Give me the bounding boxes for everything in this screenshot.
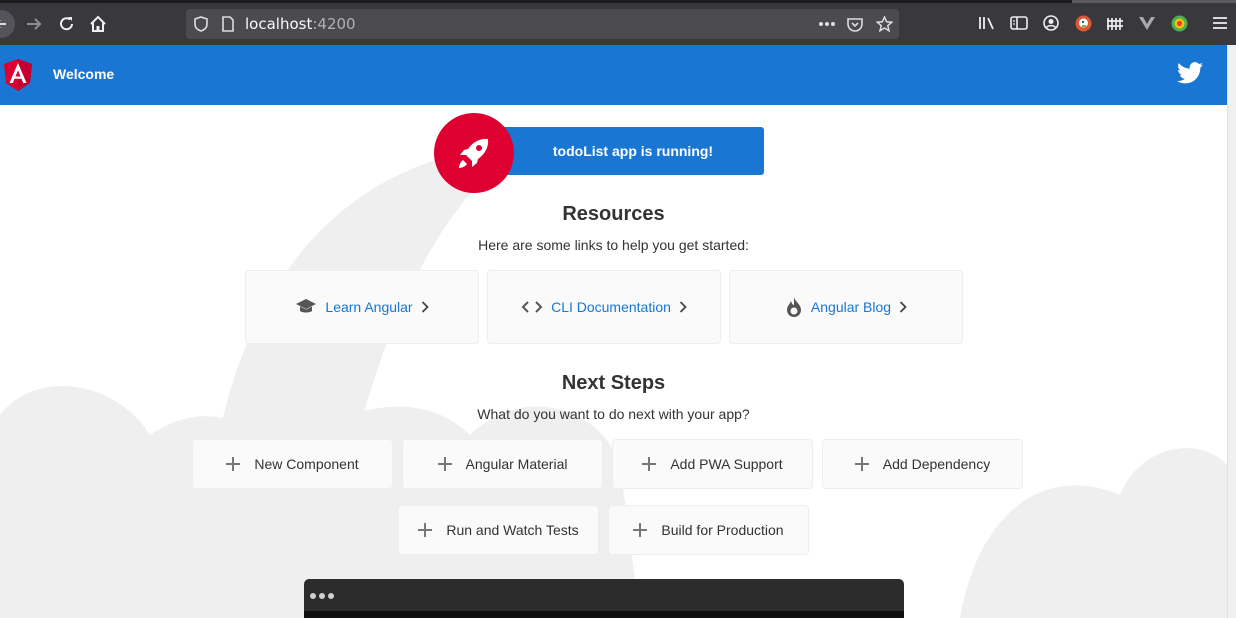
chevron-right-icon [421, 301, 429, 313]
hamburger-menu-icon[interactable] [1211, 14, 1229, 32]
back-arrow-icon [0, 10, 15, 38]
sidebar-icon[interactable] [1010, 14, 1028, 32]
page-scrollbar[interactable] [1227, 45, 1236, 618]
window-dot [319, 593, 325, 599]
app-toolbar: Welcome [0, 45, 1227, 105]
account-icon[interactable] [1042, 14, 1060, 32]
forward-arrow-icon [27, 18, 42, 30]
resources-title: Resources [562, 203, 665, 225]
duckduckgo-icon[interactable] [1074, 14, 1092, 32]
plus-icon [437, 457, 452, 471]
rocket-badge [434, 113, 514, 193]
next-steps-subtitle: What do you want to do next with your ap… [477, 406, 750, 422]
plus-icon [418, 523, 433, 537]
home-icon [90, 15, 106, 32]
build-for-production-label: Build for Production [661, 522, 784, 538]
add-pwa-support-button[interactable]: Add PWA Support [612, 439, 813, 489]
forward-button[interactable] [19, 9, 49, 39]
plus-icon [226, 457, 241, 471]
running-banner: todoList app is running! [494, 127, 764, 175]
window-dots [310, 590, 337, 600]
learn-angular-label: Learn Angular [325, 299, 413, 315]
angular-blog-label: Angular Blog [810, 299, 892, 315]
window-dot [310, 593, 316, 599]
chevron-right-icon [899, 301, 907, 313]
chevron-right-icon [679, 301, 687, 313]
run-and-watch-tests-button[interactable]: Run and Watch Tests [398, 505, 599, 555]
plus-icon [642, 457, 657, 471]
reload-button[interactable] [52, 9, 82, 39]
page-icon[interactable] [219, 15, 237, 33]
tab-hint [1072, 0, 1236, 3]
code-brackets-icon [521, 301, 543, 313]
url-text[interactable]: localhost:4200 [245, 15, 356, 33]
shield-icon[interactable] [192, 15, 210, 33]
home-button[interactable] [83, 9, 113, 39]
extension-fence-icon[interactable] [1106, 14, 1124, 32]
add-dependency-label: Add Dependency [882, 456, 991, 472]
angular-material-button[interactable]: Angular Material [402, 439, 603, 489]
toolbar-title: Welcome [53, 66, 115, 82]
back-button[interactable] [0, 9, 16, 39]
cli-documentation-label: CLI Documentation [551, 299, 671, 315]
next-steps-title: Next Steps [561, 372, 666, 394]
terminal-body [304, 611, 904, 618]
address-bar[interactable]: localhost:4200 [186, 9, 899, 39]
url-host: localhost [245, 15, 313, 33]
angular-logo-icon [4, 59, 32, 91]
rocket-icon [459, 138, 489, 168]
angular-material-label: Angular Material [465, 456, 568, 472]
graduation-cap-icon [296, 299, 317, 313]
url-port: :4200 [312, 15, 356, 33]
bookmark-star-icon[interactable] [875, 15, 893, 33]
build-for-production-button[interactable]: Build for Production [608, 505, 809, 555]
run-and-watch-tests-label: Run and Watch Tests [446, 522, 579, 538]
plus-icon [633, 523, 648, 537]
library-icon[interactable] [978, 14, 996, 32]
window-dot [328, 593, 334, 599]
main-content: todoList app is running! Resources Here … [0, 105, 1227, 618]
twitter-icon[interactable] [1177, 62, 1203, 84]
vue-devtools-icon[interactable] [1138, 14, 1156, 32]
page-actions-icon[interactable] [818, 15, 836, 33]
tab-strip [0, 0, 1236, 3]
terminal-window [304, 579, 904, 618]
extension-globe-icon[interactable] [1170, 14, 1188, 32]
new-component-label: New Component [254, 456, 359, 472]
running-banner-text: todoList app is running! [552, 143, 714, 159]
reload-icon [60, 17, 73, 31]
add-pwa-support-label: Add PWA Support [670, 456, 783, 472]
pocket-icon[interactable] [846, 15, 864, 33]
resources-subtitle: Here are some links to help you get star… [478, 237, 749, 253]
new-component-button[interactable]: New Component [192, 439, 393, 489]
angular-blog-card[interactable]: Angular Blog [729, 270, 963, 344]
add-dependency-button[interactable]: Add Dependency [822, 439, 1023, 489]
plus-icon [854, 457, 869, 471]
flame-icon [786, 297, 801, 317]
learn-angular-card[interactable]: Learn Angular [245, 270, 479, 344]
cli-documentation-card[interactable]: CLI Documentation [487, 270, 721, 344]
browser-toolbar: localhost:4200 [0, 0, 1236, 45]
